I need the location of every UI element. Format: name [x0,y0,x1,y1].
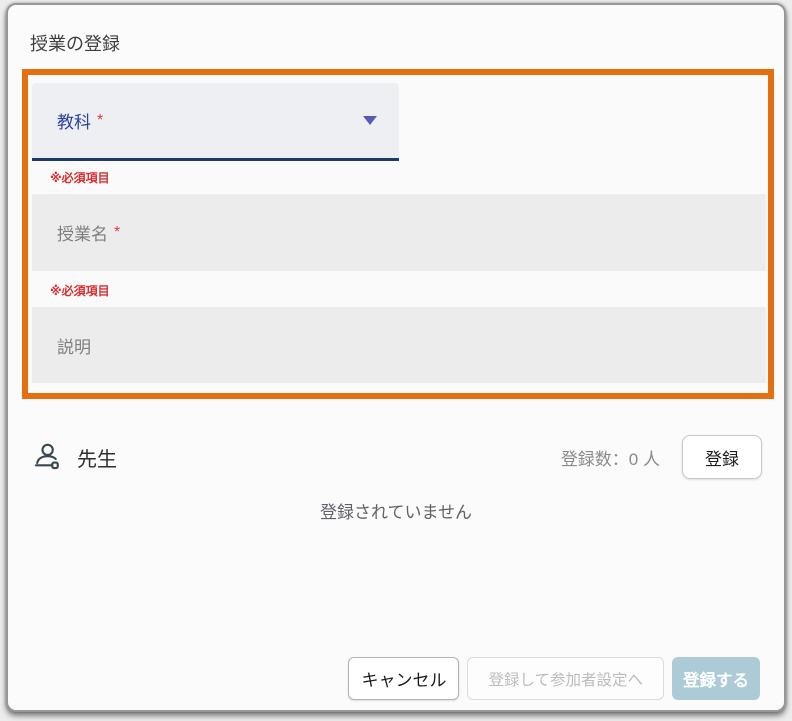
teacher-section-header: 先生 登録数：0 人 登録 [32,433,762,481]
teacher-empty-message: 登録されていません [320,503,472,522]
dialog-title: 授業の登録 [30,34,120,54]
class-name-required-asterisk: * [114,223,121,241]
subject-select[interactable]: 教科 * [32,83,399,161]
teacher-section-title: 先生 [77,448,117,471]
submit-button[interactable]: 登録する [672,657,760,700]
subject-required-asterisk: * [97,111,104,129]
class-name-placeholder: 授業名 [57,225,108,244]
class-name-required-note: ※必須項目 [50,284,110,298]
registered-count-label: 登録数：0 人 [560,449,660,469]
teacher-register-button[interactable]: 登録 [682,435,762,479]
class-registration-dialog: 授業の登録 教科 * ※必須項目 授業名 * ※必須項目 説明 先生 登録数：0… [6,3,786,712]
chevron-down-icon [363,116,377,125]
subject-required-note: ※必須項目 [50,171,110,185]
description-input[interactable]: 説明 [32,307,766,383]
dialog-footer: キャンセル 登録して参加者設定へ 登録する [348,657,760,700]
subject-select-label: 教科 [57,113,91,132]
teacher-person-icon [32,442,62,472]
required-fields-highlight-box: 教科 * ※必須項目 授業名 * ※必須項目 説明 [22,69,774,399]
cancel-button[interactable]: キャンセル [348,657,460,700]
description-placeholder: 説明 [57,337,91,357]
class-name-input[interactable]: 授業名 * [32,194,766,271]
register-and-setup-button[interactable]: 登録して参加者設定へ [467,657,664,700]
